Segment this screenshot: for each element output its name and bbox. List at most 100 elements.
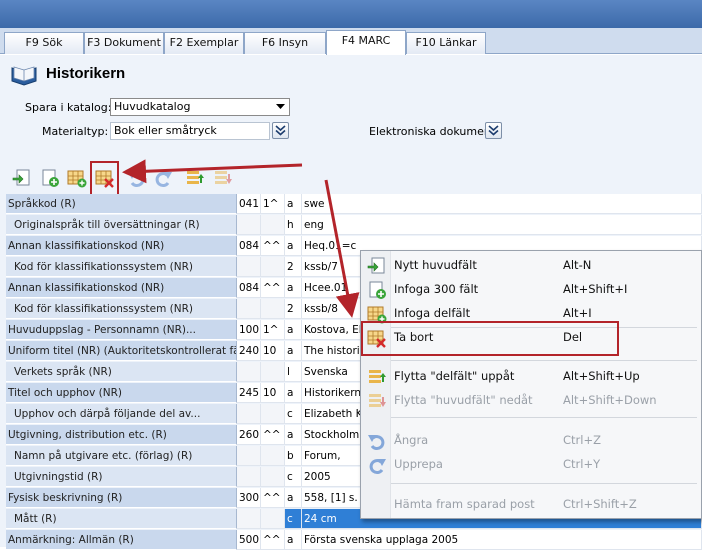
field-label: Mått (R): [6, 509, 237, 529]
field-indicator: [261, 257, 285, 277]
field-tag: 100: [237, 320, 261, 340]
undo-icon: [368, 435, 385, 451]
field-label: Anmärkning: Allmän (R): [6, 530, 237, 550]
field-indicator: 10: [261, 341, 285, 361]
subfield-code: 2: [285, 257, 302, 277]
field-label: Utgivningstid (R): [6, 467, 237, 487]
move-subfield-up-icon: [369, 370, 386, 383]
field-indicator: 10: [261, 383, 285, 403]
page-title: Historikern: [46, 65, 126, 82]
double-chevron-down-icon: [275, 125, 286, 136]
insert-300-icon[interactable]: [40, 168, 60, 188]
field-indicator: [261, 299, 285, 319]
move-subfield-up-icon[interactable]: [185, 168, 205, 188]
menu-item-shortcut: Ctrl+Z: [563, 433, 601, 447]
menu-item-undo[interactable]: Ångra Ctrl+Z: [361, 429, 701, 453]
menu-item-label: Flytta "delfält" uppåt: [394, 369, 515, 383]
tab-marc[interactable]: F4 MARC: [326, 30, 406, 55]
field-tag: [237, 509, 261, 529]
subfield-code: c: [285, 509, 302, 529]
subfield-value[interactable]: swe: [302, 194, 702, 214]
field-label: Annan klassifikationskod (NR): [6, 236, 237, 256]
menu-item-label: Upprepa: [394, 457, 443, 471]
field-label: Verkets språk (NR): [6, 362, 237, 382]
redo-icon[interactable]: [153, 168, 173, 188]
field-indicator: ^^: [261, 236, 285, 256]
insert-subfield-icon[interactable]: [67, 168, 87, 188]
menu-item-move-subfield-up[interactable]: Flytta "delfält" uppåt Alt+Shift+Up: [361, 365, 701, 389]
field-indicator: [261, 362, 285, 382]
field-tag: 041: [237, 194, 261, 214]
tab-insyn[interactable]: F6 Insyn: [244, 32, 326, 54]
field-indicator: [261, 446, 285, 466]
field-label: Utgivning, distribution etc. (R): [6, 425, 237, 445]
redo-icon: [369, 459, 386, 475]
subfield-code: a: [285, 488, 302, 508]
field-tag: 245: [237, 383, 261, 403]
field-indicator: ^^: [261, 278, 285, 298]
field-indicator: 1^: [261, 320, 285, 340]
field-indicator: ^^: [261, 488, 285, 508]
new-field-icon: [367, 257, 385, 274]
tab-exemplar[interactable]: F2 Exemplar: [164, 32, 244, 54]
chevron-down-icon[interactable]: [272, 100, 288, 114]
material-field[interactable]: Bok eller småtryck: [110, 122, 270, 140]
field-tag: 500: [237, 530, 261, 550]
menu-item-move-field-down[interactable]: Flytta "huvudfält" nedåt Alt+Shift+Down: [361, 389, 701, 413]
material-value: Bok eller småtryck: [114, 124, 217, 137]
move-field-down-icon[interactable]: [213, 168, 233, 188]
window-titlebar: [0, 0, 702, 28]
edoc-expand-button[interactable]: [485, 122, 502, 139]
field-tag: [237, 215, 261, 235]
tab-sok[interactable]: F9 Sök: [4, 32, 84, 54]
table-row[interactable]: Anmärkning: Allmän (R) 500 ^^ a Första s…: [6, 530, 702, 551]
field-label: Originalspråk till översättningar (R): [6, 215, 237, 235]
menu-item-label: Infoga 300 fält: [394, 282, 479, 296]
tab-dokument[interactable]: F3 Dokument: [84, 32, 164, 54]
menu-item-redo[interactable]: Upprepa Ctrl+Y: [361, 453, 701, 477]
edoc-label: Elektroniska dokument:: [369, 125, 499, 138]
catalog-select[interactable]: Huvudkatalog: [110, 98, 290, 116]
menu-separator: [391, 483, 697, 484]
field-label: Annan klassifikationskod (NR): [6, 278, 237, 298]
undo-icon[interactable]: [127, 168, 147, 188]
context-menu: Nytt huvudfält Alt-N Infoga 300 fält Alt…: [360, 250, 702, 519]
field-indicator: [261, 509, 285, 529]
insert-300-icon: [369, 281, 386, 299]
table-row[interactable]: Originalspråk till översättningar (R) h …: [6, 215, 702, 236]
subfield-value[interactable]: eng: [302, 215, 702, 235]
tab-lankar[interactable]: F10 Länkar: [406, 32, 486, 54]
material-expand-button[interactable]: [272, 122, 289, 139]
menu-item-shortcut: Alt+Shift+Down: [563, 393, 657, 407]
table-row[interactable]: Språkkod (R) 041 1^ a swe: [6, 194, 702, 215]
field-tag: 260: [237, 425, 261, 445]
menu-item-label: Ångra: [394, 433, 429, 447]
field-tag: 084: [237, 278, 261, 298]
menu-separator: [391, 417, 697, 418]
menu-item-label: Nytt huvudfält: [394, 258, 477, 272]
field-indicator: ^^: [261, 530, 285, 550]
menu-item-restore-saved[interactable]: Hämta fram sparad post Ctrl+Shift+Z: [361, 493, 701, 517]
subfield-code: c: [285, 404, 302, 424]
field-label: Uniform titel (NR) (Auktoritetskontrolle…: [6, 341, 237, 361]
menu-item-shortcut: Alt+I: [563, 306, 592, 320]
menu-item-new-field[interactable]: Nytt huvudfält Alt-N: [361, 254, 701, 278]
subfield-code: a: [285, 425, 302, 445]
menu-item-shortcut: Ctrl+Y: [563, 457, 601, 471]
menu-item-shortcut: Ctrl+Shift+Z: [563, 497, 637, 511]
new-field-icon[interactable]: [12, 168, 32, 188]
delete-toolbar-highlight: [90, 161, 119, 196]
move-field-down-icon: [369, 394, 386, 407]
subfield-code: a: [285, 194, 302, 214]
material-label: Materialtyp:: [42, 125, 109, 138]
menu-item-shortcut: Alt-N: [563, 258, 592, 272]
field-tag: [237, 362, 261, 382]
subfield-value[interactable]: Första svenska upplaga 2005: [302, 530, 702, 550]
field-tag: 084: [237, 236, 261, 256]
field-indicator: [261, 215, 285, 235]
menu-item-shortcut: Alt+Shift+I: [563, 282, 628, 296]
menu-item-insert-300[interactable]: Infoga 300 fält Alt+Shift+I: [361, 278, 701, 302]
field-indicator: 1^: [261, 194, 285, 214]
field-label: Upphov och därpå följande del av...: [6, 404, 237, 424]
field-indicator: [261, 467, 285, 487]
